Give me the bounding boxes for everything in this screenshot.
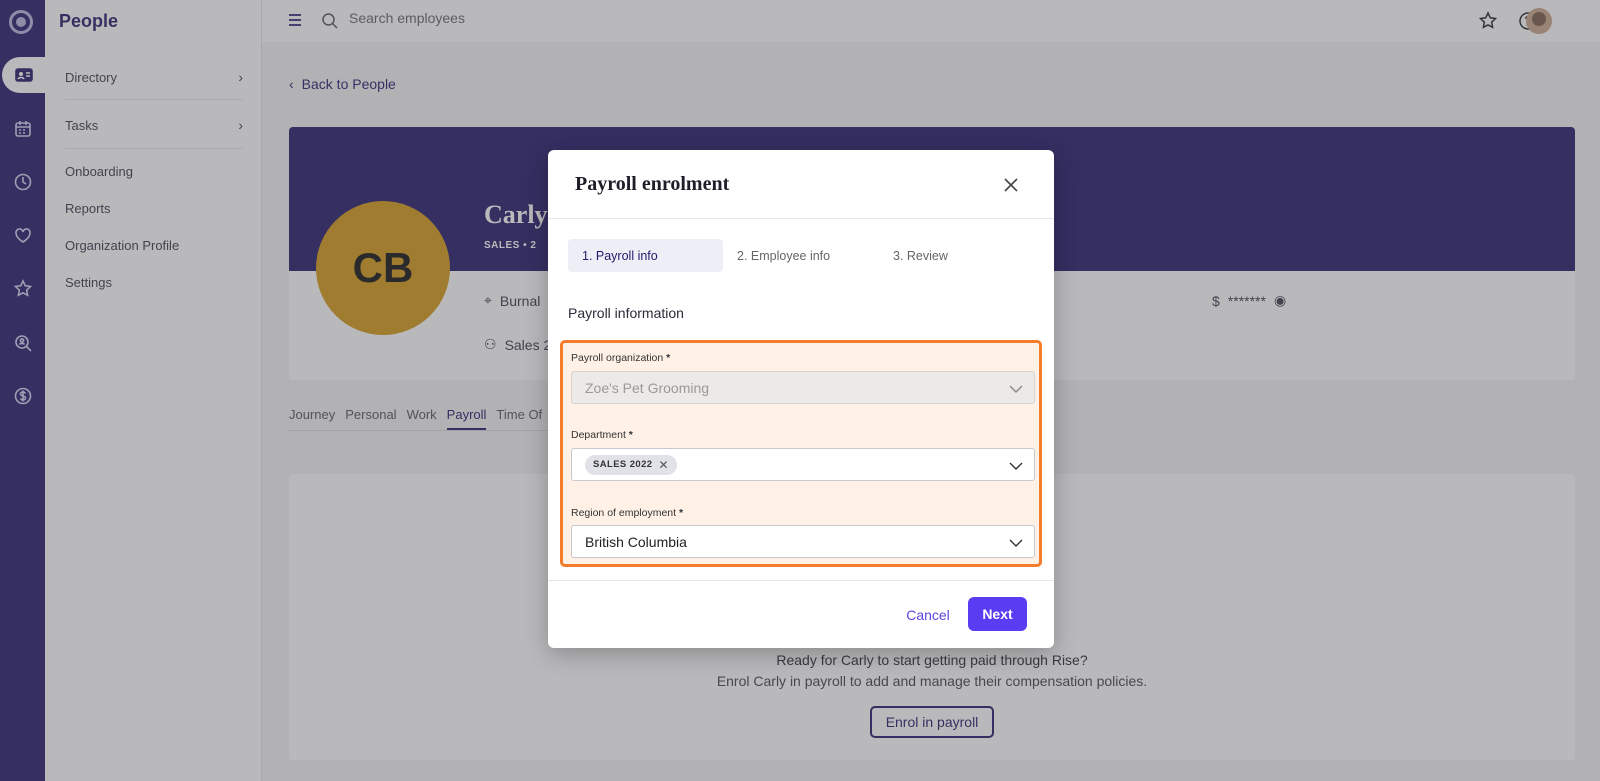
cancel-button[interactable]: Cancel	[900, 599, 956, 631]
step-payroll-info[interactable]: 1. Payroll info	[568, 239, 723, 272]
next-button[interactable]: Next	[968, 597, 1027, 631]
payroll-organization-value: Zoe's Pet Grooming	[585, 379, 710, 396]
stepper: 1. Payroll info 2. Employee info 3. Revi…	[568, 239, 999, 272]
region-of-employment-value: British Columbia	[585, 533, 687, 550]
department-select[interactable]: SALES 2022 ✕	[571, 448, 1035, 481]
remove-chip-icon[interactable]: ✕	[658, 458, 668, 472]
chevron-down-icon	[1009, 385, 1023, 393]
department-chip-label: SALES 2022	[593, 459, 653, 470]
divider	[548, 580, 1054, 581]
close-icon[interactable]	[1000, 174, 1022, 196]
highlighted-form-region: Payroll organization * Zoe's Pet Groomin…	[560, 340, 1042, 567]
modal-title: Payroll enrolment	[575, 173, 730, 195]
payroll-organization-select: Zoe's Pet Grooming	[571, 371, 1035, 404]
chevron-down-icon[interactable]	[1008, 535, 1024, 551]
divider	[548, 218, 1054, 219]
department-chip: SALES 2022 ✕	[585, 454, 677, 475]
region-of-employment-select[interactable]: British Columbia	[571, 525, 1035, 558]
payroll-organization-label: Payroll organization *	[571, 352, 671, 364]
chevron-down-icon[interactable]	[1008, 458, 1024, 474]
department-label: Department *	[571, 429, 633, 441]
section-title: Payroll information	[568, 305, 684, 321]
step-employee-info[interactable]: 2. Employee info	[723, 239, 879, 272]
step-review[interactable]: 3. Review	[879, 239, 999, 272]
region-of-employment-label: Region of employment *	[571, 507, 684, 519]
payroll-enrolment-modal: Payroll enrolment 1. Payroll info 2. Emp…	[548, 150, 1054, 648]
